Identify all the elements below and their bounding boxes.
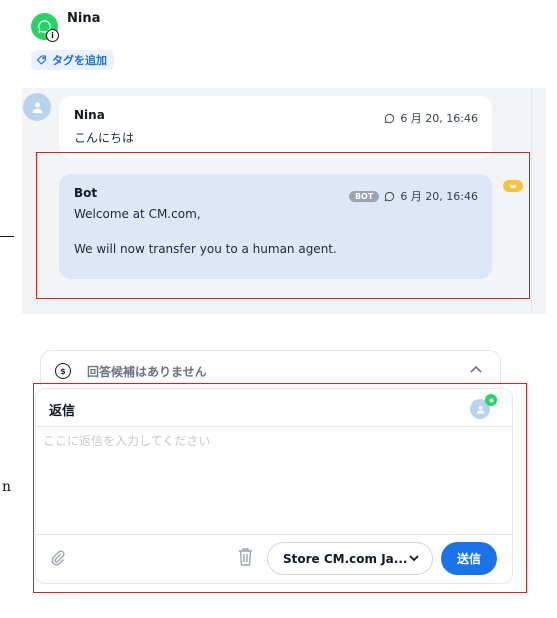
reply-input[interactable] bbox=[41, 430, 507, 530]
customer-avatar bbox=[23, 93, 51, 121]
chevron-down-icon bbox=[409, 555, 419, 562]
channel-select[interactable]: Store CM.com Ja... bbox=[267, 542, 433, 575]
suggestions-text: 回答候補はありません bbox=[87, 365, 207, 379]
tag-icon bbox=[36, 55, 47, 65]
person-icon bbox=[476, 405, 484, 414]
bot-message: Bot BOT 6 月 20, 16:46 Welcome at CM.com,… bbox=[59, 174, 492, 279]
channel-select-value: Store CM.com Ja... bbox=[283, 551, 408, 566]
add-tag-button[interactable]: タグを追加 bbox=[31, 50, 114, 70]
bot-badge: BOT bbox=[348, 190, 380, 202]
message-text: こんにちは bbox=[74, 131, 135, 145]
message-text: Welcome at CM.com, bbox=[74, 207, 201, 221]
message-timestamp: 6 月 20, 16:46 bbox=[400, 112, 478, 125]
divider bbox=[36, 534, 512, 535]
message-meta: 6 月 20, 16:46 bbox=[384, 110, 478, 126]
edge-marker bbox=[0, 236, 14, 237]
info-icon[interactable]: i bbox=[46, 29, 59, 42]
customer-message: Nina 6 月 20, 16:46 こんにちは bbox=[59, 96, 492, 159]
chevron-up-icon[interactable] bbox=[470, 365, 482, 373]
edge-glyph: n bbox=[2, 479, 12, 495]
message-meta: BOT 6 月 20, 16:46 bbox=[348, 188, 478, 204]
whatsapp-icon bbox=[485, 394, 497, 406]
person-icon bbox=[32, 102, 42, 113]
send-button[interactable]: 送信 bbox=[441, 542, 497, 575]
reply-title: 返信 bbox=[49, 404, 76, 419]
message-text: We will now transfer you to a human agen… bbox=[74, 242, 337, 256]
bot-icon bbox=[503, 180, 523, 192]
whatsapp-icon bbox=[385, 113, 395, 123]
contact-name: Nina bbox=[67, 11, 101, 26]
conversation-divider bbox=[531, 88, 532, 314]
reply-panel: 返信 Store CM.com Ja... 送信 bbox=[35, 388, 513, 584]
paperclip-icon[interactable] bbox=[50, 549, 66, 567]
trash-icon[interactable] bbox=[238, 548, 253, 566]
message-timestamp: 6 月 20, 16:46 bbox=[400, 190, 478, 203]
whatsapp-icon bbox=[385, 191, 395, 201]
add-tag-label: タグを追加 bbox=[52, 54, 107, 67]
suggestion-icon: $ bbox=[55, 363, 71, 379]
divider bbox=[36, 426, 512, 427]
